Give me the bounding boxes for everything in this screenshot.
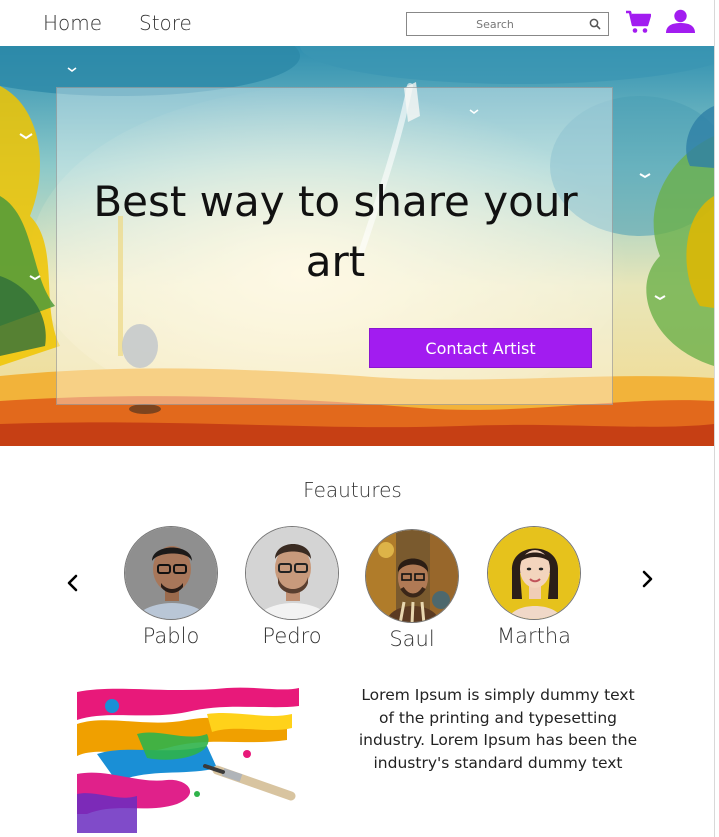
description-text: Lorem Ipsum is simply dummy text of the … xyxy=(358,686,638,772)
hero-card: Best way to share your art Contact Artis… xyxy=(56,87,613,405)
page-right-border xyxy=(714,0,715,837)
artist-photo xyxy=(488,527,580,619)
artist-photo xyxy=(366,530,458,622)
chevron-left-icon[interactable] xyxy=(63,573,83,593)
artist-name: Pedro xyxy=(262,624,322,648)
nav-link-home[interactable]: Home xyxy=(43,11,102,35)
paint-illustration xyxy=(77,684,299,833)
chevron-right-icon[interactable] xyxy=(637,569,657,589)
avatar[interactable] xyxy=(245,526,339,620)
user-icon[interactable] xyxy=(665,9,696,34)
artist-name: Pablo xyxy=(142,624,200,648)
avatar[interactable] xyxy=(365,529,459,623)
contact-artist-button[interactable]: Contact Artist xyxy=(369,328,592,368)
search-icon[interactable] xyxy=(588,17,602,31)
features-heading: Feautures xyxy=(303,478,402,502)
cart-icon[interactable] xyxy=(625,10,651,34)
search-box xyxy=(406,12,609,36)
paint-splash-image xyxy=(77,684,299,833)
artist-name: Saul xyxy=(389,627,435,651)
avatar[interactable] xyxy=(124,526,218,620)
artist-card-pablo[interactable]: Pablo xyxy=(111,526,231,648)
artist-photo xyxy=(125,527,217,619)
artist-card-pedro[interactable]: Pedro xyxy=(232,526,352,648)
top-navbar: Home Store xyxy=(0,0,714,47)
avatar[interactable] xyxy=(487,526,581,620)
artist-card-saul[interactable]: Saul xyxy=(352,529,472,651)
artist-name: Martha xyxy=(496,624,572,648)
artist-photo xyxy=(246,527,338,619)
search-input[interactable] xyxy=(409,15,581,33)
nav-link-store[interactable]: Store xyxy=(139,11,192,35)
artist-card-martha[interactable]: Martha xyxy=(474,526,594,648)
hero-title: Best way to share your art xyxy=(93,177,578,286)
hero-banner: Best way to share your art Contact Artis… xyxy=(0,46,714,446)
